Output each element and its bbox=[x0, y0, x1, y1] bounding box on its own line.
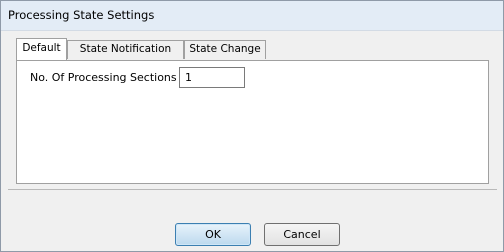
processing-sections-input[interactable] bbox=[179, 67, 245, 88]
dialog-window: Processing State Settings Default State … bbox=[0, 0, 504, 252]
processing-sections-label: No. Of Processing Sections bbox=[30, 71, 177, 84]
default-tab-panel: No. Of Processing Sections bbox=[16, 60, 489, 184]
ok-button[interactable]: OK bbox=[175, 223, 251, 246]
tab-state-notification[interactable]: State Notification bbox=[67, 40, 184, 59]
cancel-button[interactable]: Cancel bbox=[264, 223, 340, 246]
title-bar[interactable]: Processing State Settings bbox=[1, 1, 503, 31]
button-area-divider bbox=[8, 189, 497, 248]
tab-state-change[interactable]: State Change bbox=[184, 40, 266, 59]
window-title: Processing State Settings bbox=[8, 8, 155, 22]
tab-default[interactable]: Default bbox=[16, 38, 67, 60]
